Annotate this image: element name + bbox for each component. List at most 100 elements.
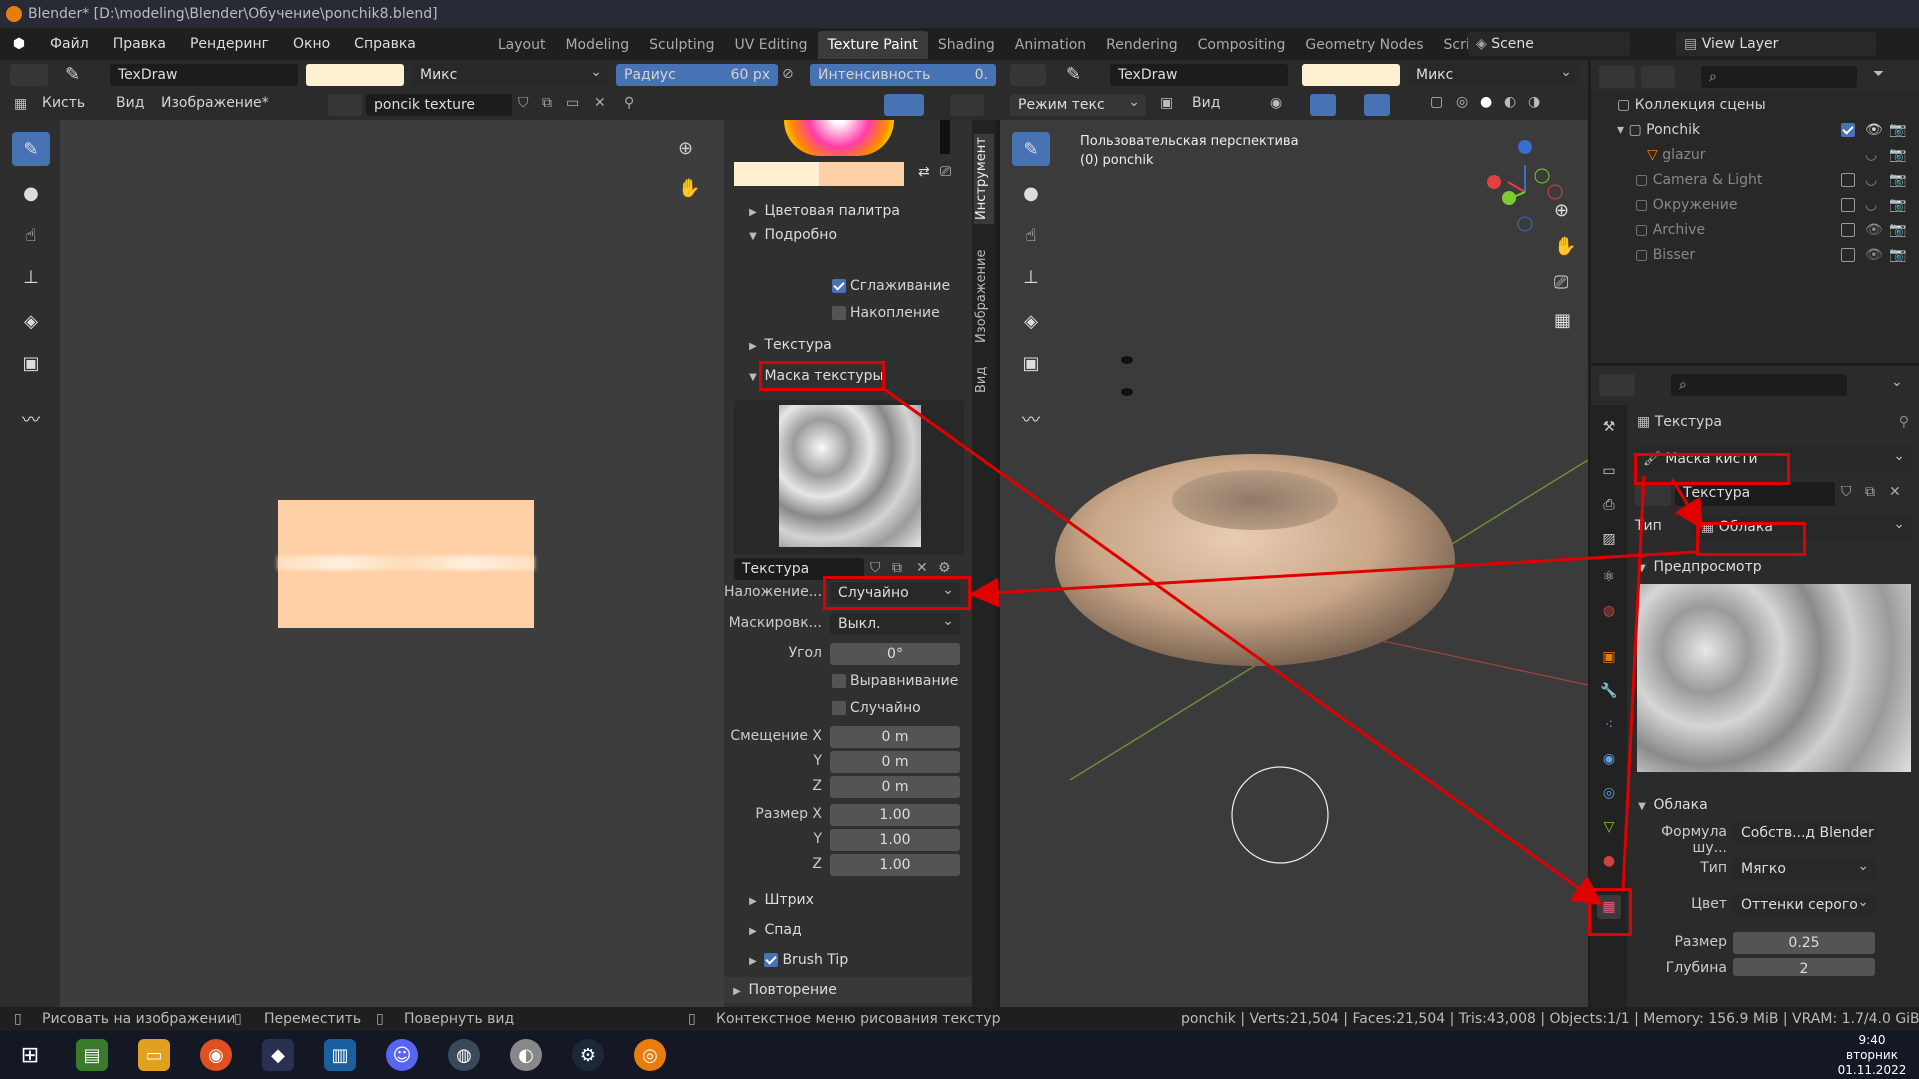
filter-icon[interactable]: ⏷: [1873, 66, 1884, 82]
rendered-shading-icon[interactable]: ◑: [1528, 94, 1540, 110]
section-repeat[interactable]: ▶ Повторение: [724, 977, 972, 1003]
annotate-tool-icon[interactable]: 〰: [12, 402, 50, 436]
steam-icon[interactable]: ⚙: [572, 1039, 604, 1071]
bisser-checkbox[interactable]: [1841, 243, 1859, 268]
archive-checkbox[interactable]: [1841, 218, 1859, 243]
menu-image[interactable]: Изображение*: [161, 95, 269, 111]
tab-texture-paint[interactable]: Texture Paint: [817, 31, 928, 59]
bisser-render-icon[interactable]: 📷: [1889, 243, 1906, 268]
open-image-icon[interactable]: ▭: [566, 95, 579, 111]
section-detail[interactable]: ▼ Подробно: [724, 222, 972, 248]
fill-tool-icon[interactable]: ◈: [12, 304, 50, 338]
vp-draw-tool-icon[interactable]: ✎: [1012, 132, 1050, 166]
mask-settings-icon[interactable]: ⚙: [938, 560, 951, 576]
properties-search-field[interactable]: ⌕: [1671, 374, 1847, 396]
vp-fill-tool-icon[interactable]: ◈: [1012, 304, 1050, 338]
menu-window[interactable]: Окно: [281, 28, 342, 60]
modifier-props-icon[interactable]: 🔧: [1597, 679, 1621, 703]
environment-visibility-icon[interactable]: ◡: [1865, 193, 1877, 218]
menu-help[interactable]: Справка: [342, 28, 428, 60]
fake-user-icon[interactable]: ⛉: [518, 95, 529, 111]
scene-props-icon[interactable]: ⚛: [1597, 565, 1621, 589]
collection-ponchik-row[interactable]: ▾ ▢ Ponchik 👁 📷: [1591, 118, 1919, 143]
image-browse-button[interactable]: [328, 94, 362, 116]
new-image-icon[interactable]: ⧉: [542, 95, 552, 111]
noise-type-dropdown[interactable]: Мягко: [1733, 855, 1875, 880]
collection-camera-row[interactable]: ▢ Camera & Light ◡ 📷: [1591, 168, 1919, 193]
offset-x-field[interactable]: 0 m: [830, 726, 960, 748]
3d-viewport[interactable]: Пользовательская перспектива (0) ponchik…: [1000, 120, 1588, 1007]
viewport-color-swatch[interactable]: [1302, 64, 1400, 86]
tab-geometry-nodes[interactable]: Geometry Nodes: [1295, 31, 1433, 59]
blend-mode-dropdown[interactable]: Микс: [412, 61, 608, 86]
primary-color-swatch[interactable]: [306, 64, 404, 86]
vp-smear-tool-icon[interactable]: ☝: [1012, 218, 1050, 252]
color-mode-dropdown[interactable]: Оттенки серого: [1733, 891, 1875, 916]
outliner-editor-type[interactable]: [1599, 66, 1635, 88]
mask-tool-icon[interactable]: ▣: [12, 346, 50, 380]
pin-icon[interactable]: ⚲: [624, 95, 634, 111]
tab-compositing[interactable]: Compositing: [1188, 31, 1296, 59]
scene-collection-row[interactable]: ▢ Коллекция сцены: [1591, 93, 1919, 118]
render-props-icon[interactable]: ▭: [1597, 459, 1621, 483]
section-falloff[interactable]: ▶ Спад: [724, 917, 972, 943]
value-slider[interactable]: [940, 120, 950, 154]
output-props-icon[interactable]: ⎙: [1597, 493, 1621, 517]
texture-browse-button[interactable]: [1635, 482, 1671, 506]
size-z-field[interactable]: 1.00: [830, 854, 960, 876]
texture-name-field[interactable]: Текстура: [1675, 482, 1835, 506]
physics-props-icon[interactable]: ◉: [1597, 747, 1621, 771]
overlay-toggle[interactable]: [1364, 94, 1390, 116]
gizmo-toggle-button[interactable]: [884, 94, 924, 116]
outliner-display-mode[interactable]: [1641, 66, 1675, 88]
world-props-icon[interactable]: ◍: [1597, 599, 1621, 623]
editor-type-button[interactable]: [10, 64, 48, 86]
collection-bisser-row[interactable]: ▢ Bisser 👁 📷: [1591, 243, 1919, 268]
snap-toggle[interactable]: [1310, 94, 1336, 116]
tab-rendering[interactable]: Rendering: [1096, 31, 1188, 59]
menu-view[interactable]: Вид: [116, 95, 144, 111]
tool-props-icon[interactable]: ⚒: [1597, 415, 1621, 439]
ponchik-visibility-icon[interactable]: 👁: [1865, 118, 1883, 143]
blender-menu-icon[interactable]: ⬢: [0, 36, 38, 52]
tab-animation[interactable]: Animation: [1005, 31, 1096, 59]
pan-hand-icon[interactable]: ✋: [678, 178, 700, 199]
size-field[interactable]: 0.25: [1733, 932, 1875, 954]
texture-unlink-icon[interactable]: ✕: [1889, 484, 1901, 500]
section-texture[interactable]: ▶ Текстура: [724, 332, 972, 358]
app-icon-media[interactable]: ◐: [510, 1039, 542, 1071]
smear-tool-icon[interactable]: ☝: [12, 218, 50, 252]
radius-slider[interactable]: Радиус 60 px: [616, 64, 778, 86]
soften-tool-icon[interactable]: ●: [12, 176, 50, 210]
glazur-visibility-icon[interactable]: ◡: [1865, 143, 1877, 168]
smoothing-checkbox[interactable]: Сглаживание: [832, 278, 950, 294]
firefox-icon[interactable]: ◉: [200, 1039, 232, 1071]
camera-visibility-icon[interactable]: ◡: [1865, 168, 1877, 193]
tab-image[interactable]: Изображение: [974, 240, 994, 352]
size-x-field[interactable]: 1.00: [830, 804, 960, 826]
mask-new-icon[interactable]: ⧉: [892, 560, 902, 576]
section-stroke[interactable]: ▶ Штрих: [724, 887, 972, 913]
masking-dropdown[interactable]: Выкл.: [830, 610, 960, 635]
menu-brush[interactable]: Кисть: [42, 95, 85, 111]
collection-archive-row[interactable]: ▢ Archive 👁 📷: [1591, 218, 1919, 243]
stencil-icon[interactable]: ▣: [1160, 95, 1173, 111]
clone-tool-icon[interactable]: ⊥: [12, 260, 50, 294]
vp-soften-tool-icon[interactable]: ●: [1012, 176, 1050, 210]
brush-name-field[interactable]: TexDraw: [110, 64, 298, 86]
draw-tool-icon[interactable]: ✎: [12, 132, 50, 166]
tab-tool[interactable]: Инструмент: [974, 134, 994, 224]
environment-render-icon[interactable]: 📷: [1889, 193, 1906, 218]
uv-sync-button[interactable]: [950, 94, 984, 116]
visibility-icon[interactable]: ◉: [1270, 95, 1282, 111]
properties-editor-type[interactable]: [1599, 374, 1635, 396]
menu-edit[interactable]: Правка: [101, 28, 178, 60]
app-icon-word[interactable]: ▥: [324, 1039, 356, 1071]
primary-color[interactable]: [734, 162, 819, 186]
section-brush-tip[interactable]: ▶ Brush Tip: [724, 947, 972, 973]
archive-visibility-icon[interactable]: 👁: [1865, 218, 1883, 243]
vp-mask-tool-icon[interactable]: ▣: [1012, 346, 1050, 380]
zoom-icon[interactable]: ⊕: [678, 138, 693, 159]
texture-new-icon[interactable]: ⧉: [1865, 484, 1875, 500]
ortho-toggle-icon[interactable]: ▦: [1554, 310, 1571, 331]
